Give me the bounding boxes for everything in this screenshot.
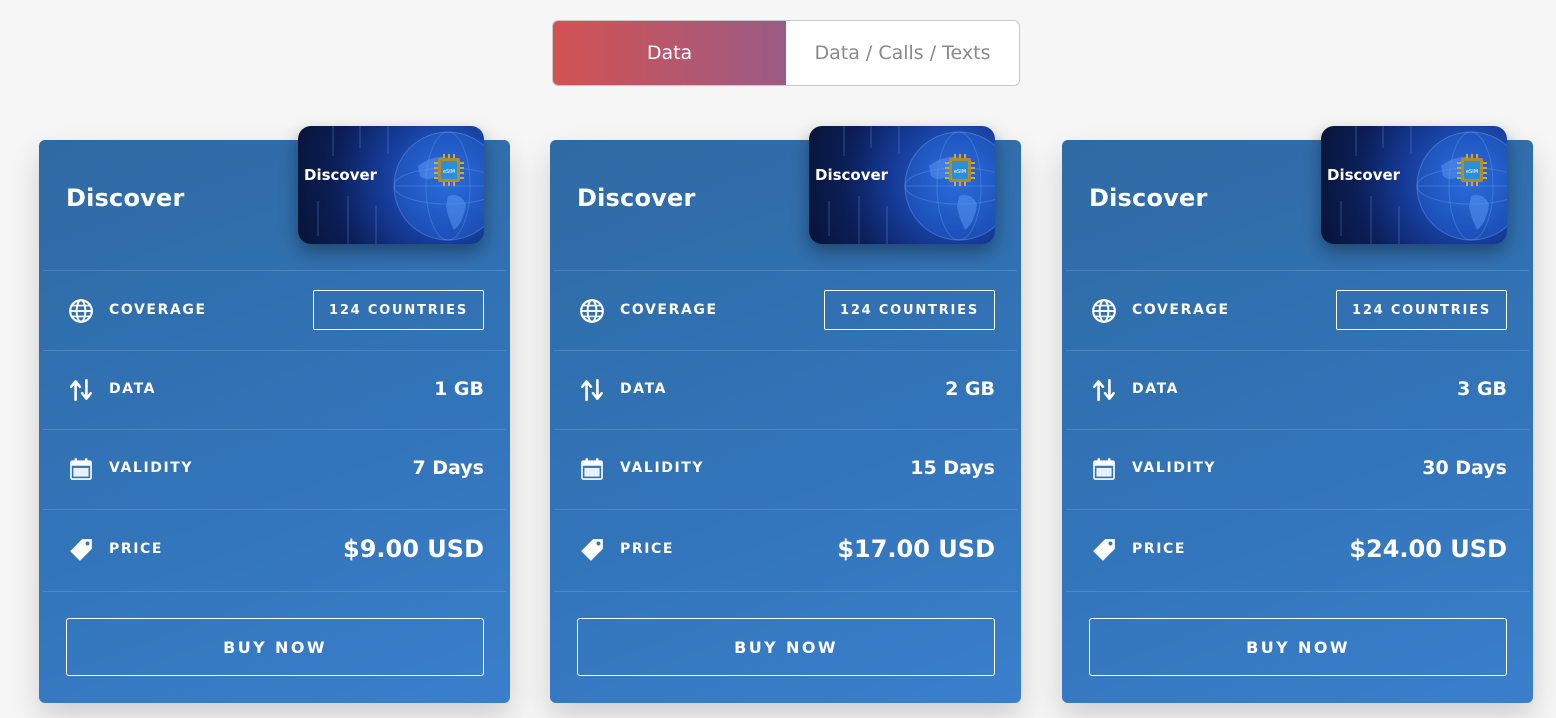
coverage-countries-badge[interactable]: 124 COUNTRIES [313, 290, 484, 330]
plan-card-3: Discover eSIM Discover COVERAGE 124 COUN… [1062, 126, 1533, 703]
price-row: PRICE $17.00 USD [554, 509, 1017, 591]
esim-card-label: Discover [815, 166, 889, 184]
plan-title: Discover [577, 184, 696, 212]
data-label: DATA [109, 381, 157, 397]
coverage-row: COVERAGE 124 COUNTRIES [1066, 270, 1529, 350]
coverage-countries-badge[interactable]: 124 COUNTRIES [1336, 290, 1507, 330]
globe-icon [69, 299, 93, 323]
esim-card-label: Discover [304, 166, 378, 184]
divider [554, 591, 1017, 592]
validity-label: VALIDITY [109, 460, 194, 476]
validity-value: 15 Days [910, 457, 995, 479]
coverage-row: COVERAGE 124 COUNTRIES [554, 270, 1017, 350]
price-value: $9.00 USD [343, 535, 484, 563]
plan-title: Discover [1089, 184, 1208, 212]
price-tag-icon [70, 539, 92, 561]
svg-text:eSIM: eSIM [443, 169, 455, 175]
esim-card-image: eSIM Discover [298, 126, 484, 244]
validity-value: 7 Days [412, 457, 484, 479]
coverage-label: COVERAGE [1132, 302, 1230, 318]
svg-text:eSIM: eSIM [1466, 169, 1478, 175]
coverage-countries-badge[interactable]: 124 COUNTRIES [824, 290, 995, 330]
buy-now-button[interactable]: BUY NOW [577, 618, 995, 676]
validity-row: VALIDITY 15 Days [554, 429, 1017, 509]
plan-title: Discover [66, 184, 185, 212]
plan-cards: Discover eSIM Discover COVERAGE 124 COUN… [0, 0, 1556, 718]
price-value: $17.00 USD [837, 535, 995, 563]
calendar-icon [581, 458, 603, 480]
data-row: DATA 3 GB [1066, 350, 1529, 429]
price-row: PRICE $24.00 USD [1066, 509, 1529, 591]
calendar-icon [1093, 458, 1115, 480]
up-down-arrows-icon [580, 378, 604, 402]
coverage-row: COVERAGE 124 COUNTRIES [43, 270, 506, 350]
buy-now-button[interactable]: BUY NOW [1089, 618, 1507, 676]
price-label: PRICE [620, 541, 675, 557]
esim-card-image: eSIM Discover [809, 126, 995, 244]
price-tag-icon [581, 539, 603, 561]
globe-icon [1092, 299, 1116, 323]
price-tag-icon [1093, 539, 1115, 561]
esim-card-image: eSIM Discover [1321, 126, 1507, 244]
validity-row: VALIDITY 30 Days [1066, 429, 1529, 509]
data-value: 1 GB [434, 378, 484, 400]
divider [1066, 591, 1529, 592]
price-label: PRICE [1132, 541, 1187, 557]
up-down-arrows-icon [69, 378, 93, 402]
buy-now-button[interactable]: BUY NOW [66, 618, 484, 676]
validity-label: VALIDITY [1132, 460, 1217, 476]
up-down-arrows-icon [1092, 378, 1116, 402]
data-label: DATA [1132, 381, 1180, 397]
validity-label: VALIDITY [620, 460, 705, 476]
validity-value: 30 Days [1422, 457, 1507, 479]
validity-row: VALIDITY 7 Days [43, 429, 506, 509]
globe-icon [580, 299, 604, 323]
plan-card-1: Discover eSIM Discover COVERAGE 124 COUN… [39, 126, 510, 703]
data-label: DATA [620, 381, 668, 397]
price-row: PRICE $9.00 USD [43, 509, 506, 591]
price-value: $24.00 USD [1349, 535, 1507, 563]
plan-card-2: Discover eSIM Discover COVERAGE 124 COUN… [550, 126, 1021, 703]
data-value: 3 GB [1457, 378, 1507, 400]
data-value: 2 GB [945, 378, 995, 400]
esim-card-label: Discover [1327, 166, 1401, 184]
price-label: PRICE [109, 541, 164, 557]
svg-text:eSIM: eSIM [954, 169, 966, 175]
data-row: DATA 2 GB [554, 350, 1017, 429]
divider [43, 591, 506, 592]
coverage-label: COVERAGE [109, 302, 207, 318]
coverage-label: COVERAGE [620, 302, 718, 318]
calendar-icon [70, 458, 92, 480]
data-row: DATA 1 GB [43, 350, 506, 429]
